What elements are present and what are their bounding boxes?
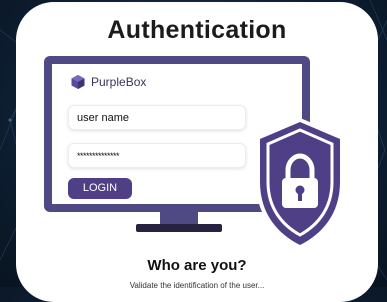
monitor-stand-base: [136, 224, 222, 232]
question-heading: Who are you?: [147, 257, 247, 274]
password-field[interactable]: **************: [68, 143, 246, 168]
page-title: Authentication: [107, 16, 287, 44]
username-field[interactable]: user name: [68, 105, 246, 130]
login-button[interactable]: LOGIN: [68, 178, 132, 199]
authentication-card: Authentication PurpleBox user name *****…: [16, 2, 378, 302]
purplebox-logo-icon: [71, 75, 85, 89]
brand: PurpleBox: [70, 74, 146, 90]
shield-lock-icon: [256, 118, 344, 250]
description-text: Validate the identification of the user.…: [129, 281, 265, 290]
brand-name: PurpleBox: [91, 75, 147, 89]
